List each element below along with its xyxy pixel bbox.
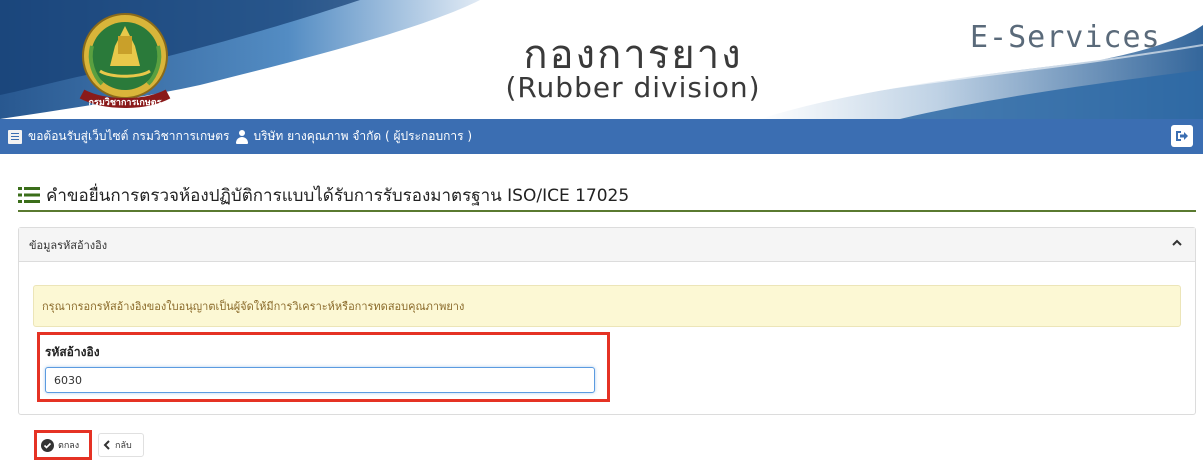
reference-code-input[interactable] — [45, 367, 595, 393]
check-circle-icon — [41, 438, 54, 452]
ok-button[interactable]: ตกลง — [34, 430, 92, 460]
chevron-left-icon — [103, 440, 110, 450]
reference-code-label: รหัสอ้างอิง — [45, 345, 100, 359]
panel-title: ข้อมูลรหัสอ้างอิง — [29, 238, 108, 252]
ok-button-label: ตกลง — [58, 441, 80, 451]
user-icon — [235, 129, 249, 144]
eservices-label: E-Services — [970, 20, 1161, 55]
current-user-text: บริษัท ยางคุณภาพ จำกัด ( ผู้ประกอบการ ) — [253, 129, 473, 143]
panel-header[interactable]: ข้อมูลรหัสอ้างอิง — [19, 228, 1195, 262]
department-of-agriculture-emblem-icon: กรมวิชาการเกษตร — [79, 13, 171, 108]
reference-info-panel: ข้อมูลรหัสอ้างอิง กรุณากรอกรหัสอ้างอิงขอ… — [18, 227, 1196, 415]
alert-text: กรุณากรอกรหัสอ้างอิงของใบอนุญาตเป็นผู้จั… — [42, 300, 465, 313]
info-alert: กรุณากรอกรหัสอ้างอิงของใบอนุญาตเป็นผู้จั… — [33, 285, 1181, 327]
back-button[interactable]: กลับ — [98, 433, 144, 457]
site-title-english: (Rubber division) — [505, 71, 761, 104]
welcome-text: ขอต้อนรับสู่เว็บไซต์ กรมวิชาการเกษตร — [28, 129, 230, 143]
back-button-label: กลับ — [115, 441, 132, 451]
page-title: คำขอยื่นการตรวจห้องปฏิบัติการแบบได้รับกา… — [46, 185, 630, 206]
page-heading: คำขอยื่นการตรวจห้องปฏิบัติการแบบได้รับกา… — [18, 180, 1196, 212]
logout-button[interactable] — [1171, 125, 1193, 147]
logout-icon — [1176, 131, 1188, 141]
logo-text: กรมวิชาการเกษตร — [89, 97, 162, 108]
list-icon — [18, 187, 40, 203]
header-banner: กรมวิชาการเกษตร กองการยาง (Rubber divisi… — [0, 0, 1203, 119]
menu-icon[interactable] — [8, 129, 22, 144]
top-navbar: ขอต้อนรับสู่เว็บไซต์ กรมวิชาการเกษตร บริ… — [0, 119, 1203, 154]
chevron-up-icon[interactable] — [1171, 237, 1183, 249]
